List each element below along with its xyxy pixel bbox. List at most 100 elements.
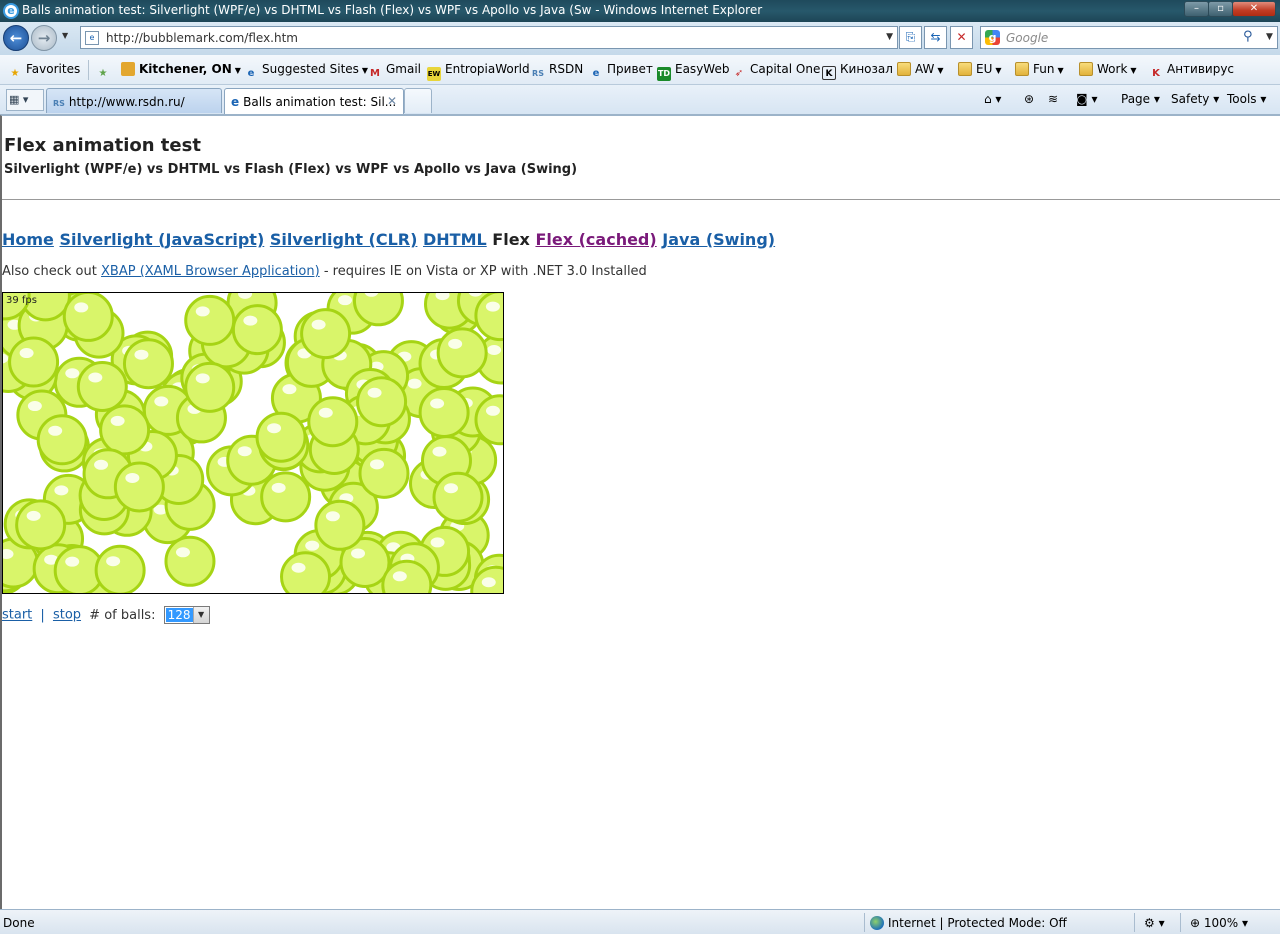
chevron-down-icon: ▼ [937,66,944,75]
kaspersky-icon: K [1152,68,1160,79]
gmail-icon: M [370,68,380,79]
rss-icon[interactable]: ◙ ▾ [1076,92,1097,106]
link-flex-cached[interactable]: Flex (cached) [535,230,656,249]
link-home[interactable]: Home [2,230,54,249]
rsdn-icon: RS [532,69,544,78]
ball [36,414,88,466]
feeds-icon[interactable]: ≋ [1048,92,1058,106]
security-zone[interactable]: Internet | Protected Mode: Off [870,916,1067,930]
search-options-dropdown-icon[interactable]: ▼ [1266,32,1273,42]
fav-capital-one[interactable]: ➶ Capital One [732,62,821,81]
ball [314,499,366,551]
animation-controls: start | stop # of balls: 128 ▼ [2,606,210,624]
ball [94,544,146,593]
link-xbap[interactable]: XBAP (XAML Browser Application) [101,264,320,279]
back-button[interactable]: ← [3,25,29,51]
ball [76,361,128,413]
quick-tabs-button[interactable]: ▦ ▾ [6,89,44,111]
fav-folder-eu[interactable]: EU ▼ [958,62,1002,76]
ball [231,304,283,356]
fav-entropiaworld[interactable]: EW EntropiaWorld [427,62,530,81]
link-java-swing[interactable]: Java (Swing) [662,230,775,249]
window-title: Balls animation test: Silverlight (WPF/e… [22,3,763,17]
address-input[interactable]: http://bubblemark.com/flex.htm [106,31,298,45]
page-icon: e [85,31,99,45]
chevron-down-icon: ▼ [234,66,241,75]
title-bar: e Balls animation test: Silverlight (WPF… [0,0,1280,22]
close-button[interactable]: ✕ [1232,1,1276,17]
test-links: Home Silverlight (JavaScript) Silverligh… [2,230,775,249]
page-subtitle: Silverlight (WPF/e) vs DHTML vs Flash (F… [4,162,578,177]
ie-icon: e [592,68,600,79]
search-input[interactable]: Google [1006,31,1048,45]
link-silverlight-clr[interactable]: Silverlight (CLR) [270,230,418,249]
balls-label: # of balls: [89,607,156,623]
forward-button[interactable]: → [31,25,57,51]
recent-pages-dropdown-icon[interactable]: ▼ [62,31,68,40]
home-icon[interactable]: ⌂ ▾ [984,92,1001,106]
favorites-button[interactable]: ★ Favorites [8,62,81,81]
address-bar[interactable]: e http://bubblemark.com/flex.htm ▼ [80,26,898,49]
fav-folder-fun[interactable]: Fun ▼ [1015,62,1064,76]
link-silverlight-js[interactable]: Silverlight (JavaScript) [59,230,264,249]
page-title: Flex animation test [4,135,201,156]
add-favorite-icon[interactable]: ★ [96,62,114,81]
minimize-button[interactable]: – [1184,1,1209,17]
ball [358,447,410,499]
address-dropdown-icon[interactable]: ▼ [886,32,893,42]
search-box[interactable]: g Google ⚲ ▼ [980,26,1278,49]
safety-menu[interactable]: Safety ▾ [1171,92,1219,106]
fav-gmail[interactable]: M Gmail [368,62,421,81]
maximize-button[interactable]: ▫ [1208,1,1233,17]
ball [164,535,216,587]
start-link[interactable]: start [2,608,32,623]
quick-tabs-icon: ▦ ▾ [9,93,29,106]
divider [2,199,1280,200]
new-tab-button[interactable] [404,88,432,113]
tab-rsdn[interactable]: RS http://www.rsdn.ru/ [46,88,222,113]
folder-icon [1015,62,1029,76]
tools-menu[interactable]: Tools ▾ [1227,92,1266,106]
fps-counter: 39 fps [6,295,37,306]
fav-rsdn[interactable]: RS RSDN [531,62,583,81]
fav-easyweb[interactable]: TD EasyWeb [657,62,729,81]
web-slices-icon[interactable]: ⊛ [1024,92,1034,106]
fav-suggested-sites[interactable]: e Suggested Sites ▼ [244,62,368,81]
compatibility-view-icon[interactable]: ⎘ [899,26,922,49]
refresh-icon[interactable]: ⇆ [924,26,947,49]
flex-animation-canvas[interactable]: 39 fps [2,292,504,594]
close-tab-icon[interactable]: ✕ [387,94,397,108]
zoom-level[interactable]: ⊕ 100% ▾ [1190,916,1248,930]
stop-icon[interactable]: ✕ [950,26,973,49]
chevron-down-icon: ▼ [1130,66,1137,75]
tab-bar: ▦ ▾ RS http://www.rsdn.ru/ e Balls animati… [0,85,1280,115]
ball [184,361,236,413]
xbap-note: Also check out XBAP (XAML Browser Applic… [2,264,647,279]
tab-balls-animation[interactable]: e Balls animation test: Sil... ✕ [224,88,404,114]
fav-folder-work[interactable]: Work ▼ [1079,62,1137,76]
fav-antivirus[interactable]: K Антивирус [1149,62,1234,81]
browser-window: e Balls animation test: Silverlight (WPF… [0,0,1280,934]
search-icon[interactable]: ⚲ [1243,29,1253,44]
protected-mode-icon[interactable]: ⚙ ▾ [1144,916,1165,930]
ie-icon: e [247,68,255,79]
ball [15,499,67,551]
fav-kitchener[interactable]: Kitchener, ON ▼ [121,62,241,76]
balls-count-select[interactable]: 128 ▼ [163,606,210,624]
status-text: Done [3,916,35,930]
ball [356,376,408,428]
chevron-down-icon: ▼ [192,607,209,623]
google-logo-icon: g [985,30,1000,45]
ball [418,386,470,438]
fav-folder-aw[interactable]: AW ▼ [897,62,944,76]
ie-logo-icon: e [3,3,19,19]
ball [99,404,151,456]
fav-privet[interactable]: e Привет [589,62,653,81]
ball [255,411,307,463]
stop-link[interactable]: stop [53,608,81,623]
ie-icon: e [231,95,240,109]
page-menu[interactable]: Page ▾ [1121,92,1160,106]
link-dhtml[interactable]: DHTML [423,230,487,249]
fav-kinozal[interactable]: K Кинозал [822,62,893,80]
navigation-bar: ← → ▼ e http://bubblemark.com/flex.htm ▼… [0,22,1280,55]
